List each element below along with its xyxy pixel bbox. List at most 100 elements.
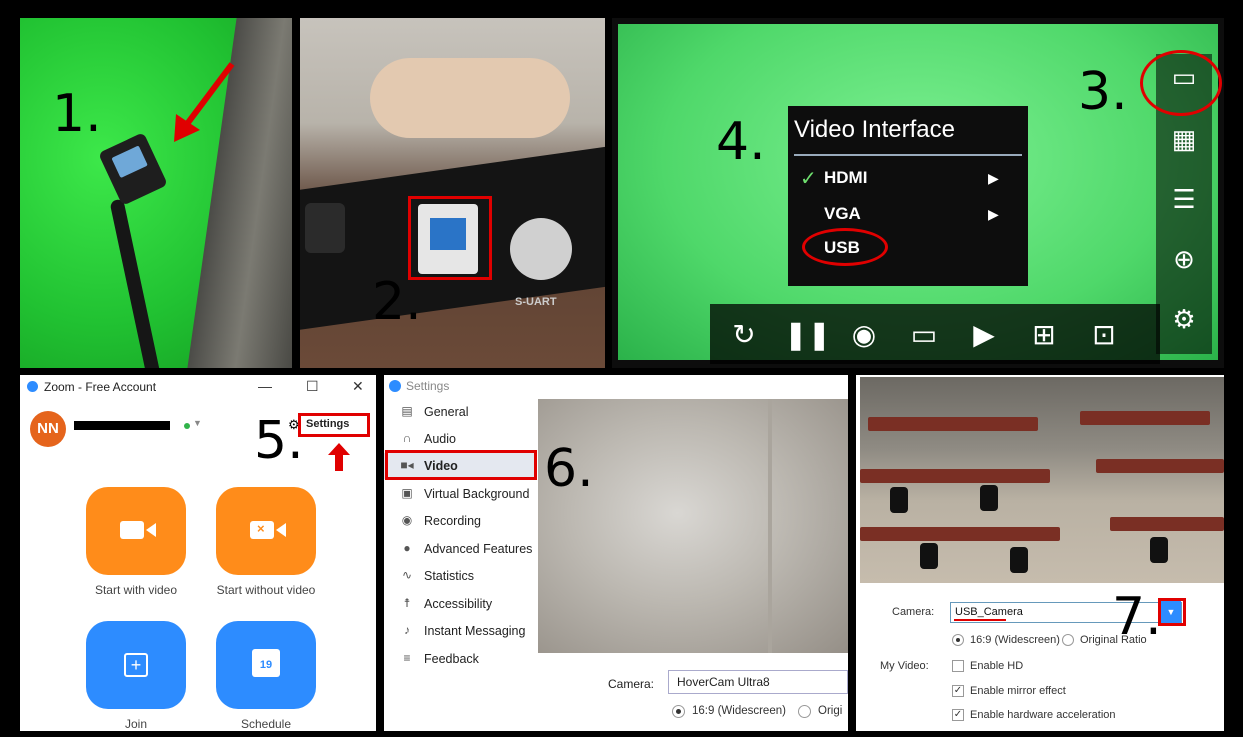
video-settings-usb-panel: Camera: USB_Camera ▼ 7. 16:9 (Widescreen… (856, 375, 1224, 731)
settings-window-title: Settings (406, 379, 450, 393)
gear-icon: ▤ (401, 404, 413, 418)
classroom-camera-preview (860, 377, 1224, 583)
enable-hd-label: Enable HD (970, 660, 1024, 672)
video-icon[interactable]: ▭ (904, 318, 944, 351)
ratio-original-label: Origi (818, 705, 843, 717)
nav-audio[interactable]: ∩ Audio (384, 426, 534, 452)
enable-hw-accel-checkbox[interactable]: ✓ (952, 709, 964, 721)
nav-general[interactable]: ▤ General (384, 399, 534, 425)
usb-highlight (802, 228, 888, 266)
camera-label: Camera: (608, 677, 655, 691)
headphones-icon: ∩ (402, 431, 412, 445)
nav-label: Audio (424, 432, 456, 446)
join-label: Join (124, 717, 147, 731)
crosshair-icon[interactable]: ⊞ (1024, 318, 1064, 351)
nav-advanced-features[interactable]: ● Advanced Features (384, 536, 534, 562)
nav-label: Accessibility (424, 597, 493, 611)
chair (980, 485, 998, 511)
calendar-day: 19 (259, 659, 273, 671)
video-camera-icon (120, 521, 144, 539)
lock-crosshair-icon[interactable]: ⊡ (1084, 318, 1124, 351)
status-dropdown-icon[interactable]: ▼ (193, 418, 202, 428)
usb-cable (109, 198, 161, 368)
nav-label: Feedback (424, 652, 479, 666)
schedule-button[interactable]: 19 (216, 621, 316, 709)
ratio-widescreen-label: 16:9 (Widescreen) (970, 634, 1060, 646)
dropdown-highlight (1158, 598, 1186, 626)
sliders-icon[interactable]: ☰ (1156, 184, 1212, 215)
desk (1110, 517, 1224, 531)
nav-label: Instant Messaging (424, 624, 526, 638)
minimize-button[interactable]: — (258, 378, 272, 394)
ratio-widescreen-radio[interactable] (952, 634, 964, 646)
menu-item-vga[interactable]: VGA (824, 204, 861, 224)
my-video-label: My Video: (880, 660, 929, 672)
device-bottom-toolbar: ↻ ❚❚ ◉ ▭ ▶ ⊞ ⊡ (710, 304, 1160, 364)
usb-b-plug (98, 132, 168, 206)
nav-accessibility[interactable]: ☨ Accessibility (384, 591, 534, 617)
whiteboard-edge (768, 399, 772, 653)
camera-label: Camera: (892, 606, 935, 618)
ratio-original-radio[interactable] (1062, 634, 1074, 646)
gear-icon[interactable]: ⚙ (1156, 304, 1212, 335)
window-titlebar: Zoom - Free Account — ☐ ✕ (20, 375, 376, 399)
play-icon[interactable]: ▶ (964, 318, 1004, 351)
settings-highlight (298, 413, 370, 437)
bell-icon: ♪ (404, 623, 410, 637)
avatar[interactable]: NN (30, 411, 66, 447)
maximize-button[interactable]: ☐ (306, 378, 319, 395)
hand (370, 58, 570, 138)
desk (1080, 411, 1210, 425)
step-4-label: 4. (716, 112, 766, 172)
nav-label: General (424, 405, 469, 419)
join-button[interactable]: + (86, 621, 186, 709)
window-title: Zoom - Free Account (44, 380, 157, 394)
redacted-username (74, 421, 170, 430)
enable-hw-accel-label: Enable hardware acceleration (970, 709, 1116, 721)
camera-select[interactable]: HoverCam Ultra8 (668, 670, 848, 694)
rotate-icon[interactable]: ↻ (724, 318, 764, 351)
nav-label: Advanced Features (424, 542, 533, 556)
check-icon: ✓ (800, 168, 817, 190)
zoom-main-window: Zoom - Free Account — ☐ ✕ NN ▼ 5. ⚙ Sett… (20, 375, 376, 731)
enable-mirror-checkbox[interactable]: ✓ (952, 685, 964, 697)
ratio-widescreen-radio[interactable] (672, 705, 685, 718)
status-dot-icon (184, 423, 190, 429)
usb-port-highlight (408, 196, 492, 280)
pause-icon[interactable]: ❚❚ (784, 318, 831, 351)
photo-usb-cable-panel: 1. (20, 18, 292, 368)
zoom-in-icon[interactable]: ⊕ (1156, 244, 1212, 275)
calendar-icon: 19 (252, 649, 280, 677)
video-off-icon: × (250, 521, 274, 539)
chair (1010, 547, 1028, 573)
schedule-label: Schedule (240, 717, 292, 731)
nav-recording[interactable]: ◉ Recording (384, 508, 534, 534)
nav-label: Statistics (424, 569, 475, 583)
video-camera-lens-icon (276, 523, 286, 537)
usb-camera-underline (954, 619, 1006, 621)
step-3-label: 3. (1078, 62, 1128, 122)
red-up-arrow-icon (328, 443, 350, 471)
zoom-logo-icon (27, 381, 38, 392)
chair (1150, 537, 1168, 563)
start-with-video-button[interactable] (86, 487, 186, 575)
desk (868, 417, 1038, 431)
ratio-original-radio[interactable] (798, 705, 811, 718)
nav-instant-messaging[interactable]: ♪ Instant Messaging (384, 618, 534, 644)
grid-icon[interactable]: ▦ (1156, 124, 1212, 155)
menu-title: Video Interface (794, 116, 956, 143)
nav-feedback[interactable]: ≡ Feedback (384, 646, 534, 672)
menu-item-hdmi[interactable]: HDMI (824, 168, 867, 188)
ratio-widescreen-label: 16:9 (Widescreen) (692, 705, 786, 717)
video-interface-menu: Video Interface ✓ HDMI ▶ VGA ▶ USB (788, 106, 1028, 286)
camera-icon[interactable]: ◉ (844, 318, 884, 351)
monitor-icon-highlight (1140, 50, 1222, 116)
nav-virtual-background[interactable]: ▣ Virtual Background (384, 481, 534, 507)
enable-hd-checkbox[interactable] (952, 660, 964, 672)
feedback-icon: ≡ (403, 651, 411, 665)
s-uart-label: S-UART (515, 296, 557, 308)
submenu-arrow-icon: ▶ (988, 206, 999, 222)
nav-statistics[interactable]: ∿ Statistics (384, 563, 534, 589)
start-without-video-button[interactable]: × (216, 487, 316, 575)
close-button[interactable]: ✕ (352, 378, 364, 395)
